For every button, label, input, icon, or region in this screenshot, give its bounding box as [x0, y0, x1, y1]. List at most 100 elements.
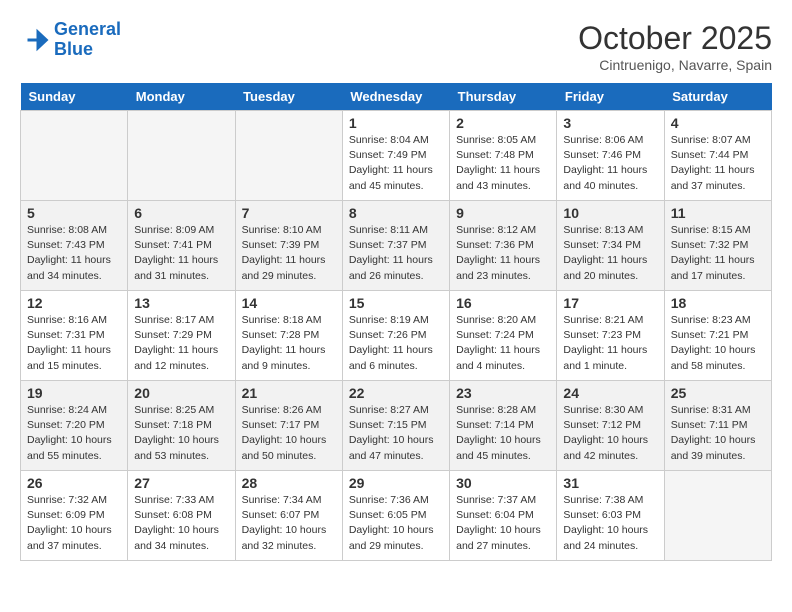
day-info: Sunrise: 8:24 AM Sunset: 7:20 PM Dayligh…	[27, 403, 121, 464]
day-info: Sunrise: 8:06 AM Sunset: 7:46 PM Dayligh…	[563, 133, 657, 194]
day-info: Sunrise: 8:25 AM Sunset: 7:18 PM Dayligh…	[134, 403, 228, 464]
calendar-cell: 24 Sunrise: 8:30 AM Sunset: 7:12 PM Dayli…	[557, 381, 664, 471]
calendar-cell	[21, 111, 128, 201]
logo-text: General Blue	[54, 20, 121, 60]
day-info: Sunrise: 8:17 AM Sunset: 7:29 PM Dayligh…	[134, 313, 228, 374]
calendar-cell: 4Sunrise: 8:07 AM Sunset: 7:44 PM Daylig…	[664, 111, 771, 201]
day-number: 12	[27, 295, 121, 311]
day-info: Sunrise: 8:11 AM Sunset: 7:37 PM Dayligh…	[349, 223, 443, 284]
calendar-cell: 26Sunrise: 7:32 AM Sunset: 6:09 PM Dayli…	[21, 471, 128, 561]
day-info: Sunrise: 8:13 AM Sunset: 7:34 PM Dayligh…	[563, 223, 657, 284]
calendar-cell: 17 Sunrise: 8:21 AM Sunset: 7:23 PM Dayli…	[557, 291, 664, 381]
day-number: 2	[456, 115, 550, 131]
day-info: Sunrise: 8:15 AM Sunset: 7:32 PM Dayligh…	[671, 223, 765, 284]
day-number: 19	[27, 385, 121, 401]
day-info: Sunrise: 8:26 AM Sunset: 7:17 PM Dayligh…	[242, 403, 336, 464]
day-info: Sunrise: 8:28 AM Sunset: 7:14 PM Dayligh…	[456, 403, 550, 464]
day-number: 5	[27, 205, 121, 221]
day-info: Sunrise: 8:04 AM Sunset: 7:49 PM Dayligh…	[349, 133, 443, 194]
calendar-cell: 11 Sunrise: 8:15 AM Sunset: 7:32 PM Dayli…	[664, 201, 771, 291]
day-info: Sunrise: 7:34 AM Sunset: 6:07 PM Dayligh…	[242, 493, 336, 554]
calendar-cell: 28 Sunrise: 7:34 AM Sunset: 6:07 PM Dayli…	[235, 471, 342, 561]
day-number: 14	[242, 295, 336, 311]
calendar-week-row: 1 Sunrise: 8:04 AM Sunset: 7:49 PM Daylig…	[21, 111, 772, 201]
calendar-cell: 3 Sunrise: 8:06 AM Sunset: 7:46 PM Daylig…	[557, 111, 664, 201]
calendar-cell: 14 Sunrise: 8:18 AM Sunset: 7:28 PM Dayli…	[235, 291, 342, 381]
day-number: 27	[134, 475, 228, 491]
day-number: 22	[349, 385, 443, 401]
day-info: Sunrise: 7:37 AM Sunset: 6:04 PM Dayligh…	[456, 493, 550, 554]
calendar-cell: 21 Sunrise: 8:26 AM Sunset: 7:17 PM Dayli…	[235, 381, 342, 471]
day-info: Sunrise: 8:12 AM Sunset: 7:36 PM Dayligh…	[456, 223, 550, 284]
calendar-cell: 13Sunrise: 8:17 AM Sunset: 7:29 PM Dayli…	[128, 291, 235, 381]
day-number: 25	[671, 385, 765, 401]
day-info: Sunrise: 8:08 AM Sunset: 7:43 PM Dayligh…	[27, 223, 121, 284]
weekday-header-monday: Monday	[128, 83, 235, 111]
day-number: 20	[134, 385, 228, 401]
location: Cintruenigo, Navarre, Spain	[578, 57, 772, 73]
day-number: 18	[671, 295, 765, 311]
day-info: Sunrise: 8:05 AM Sunset: 7:48 PM Dayligh…	[456, 133, 550, 194]
day-number: 23	[456, 385, 550, 401]
day-info: Sunrise: 8:30 AM Sunset: 7:12 PM Dayligh…	[563, 403, 657, 464]
calendar-cell	[235, 111, 342, 201]
logo-line2: Blue	[54, 39, 93, 59]
day-info: Sunrise: 8:18 AM Sunset: 7:28 PM Dayligh…	[242, 313, 336, 374]
day-info: Sunrise: 8:09 AM Sunset: 7:41 PM Dayligh…	[134, 223, 228, 284]
day-info: Sunrise: 7:38 AM Sunset: 6:03 PM Dayligh…	[563, 493, 657, 554]
day-number: 6	[134, 205, 228, 221]
day-info: Sunrise: 8:10 AM Sunset: 7:39 PM Dayligh…	[242, 223, 336, 284]
calendar-cell: 29Sunrise: 7:36 AM Sunset: 6:05 PM Dayli…	[342, 471, 449, 561]
weekday-header-row: SundayMondayTuesdayWednesdayThursdayFrid…	[21, 83, 772, 111]
weekday-header-saturday: Saturday	[664, 83, 771, 111]
calendar-cell: 9 Sunrise: 8:12 AM Sunset: 7:36 PM Daylig…	[450, 201, 557, 291]
day-number: 3	[563, 115, 657, 131]
calendar-cell: 8 Sunrise: 8:11 AM Sunset: 7:37 PM Daylig…	[342, 201, 449, 291]
calendar-cell: 31 Sunrise: 7:38 AM Sunset: 6:03 PM Dayli…	[557, 471, 664, 561]
weekday-header-sunday: Sunday	[21, 83, 128, 111]
day-number: 28	[242, 475, 336, 491]
calendar-cell: 15 Sunrise: 8:19 AM Sunset: 7:26 PM Dayli…	[342, 291, 449, 381]
day-number: 24	[563, 385, 657, 401]
calendar-cell: 6 Sunrise: 8:09 AM Sunset: 7:41 PM Daylig…	[128, 201, 235, 291]
calendar-cell	[128, 111, 235, 201]
weekday-header-thursday: Thursday	[450, 83, 557, 111]
calendar-cell: 23 Sunrise: 8:28 AM Sunset: 7:14 PM Dayli…	[450, 381, 557, 471]
day-number: 1	[349, 115, 443, 131]
calendar-cell: 25Sunrise: 8:31 AM Sunset: 7:11 PM Dayli…	[664, 381, 771, 471]
weekday-header-wednesday: Wednesday	[342, 83, 449, 111]
calendar-week-row: 12 Sunrise: 8:16 AM Sunset: 7:31 PM Dayli…	[21, 291, 772, 381]
day-info: Sunrise: 8:20 AM Sunset: 7:24 PM Dayligh…	[456, 313, 550, 374]
weekday-header-tuesday: Tuesday	[235, 83, 342, 111]
month-title: October 2025	[578, 20, 772, 57]
day-number: 8	[349, 205, 443, 221]
calendar-cell: 7 Sunrise: 8:10 AM Sunset: 7:39 PM Daylig…	[235, 201, 342, 291]
calendar-cell: 1 Sunrise: 8:04 AM Sunset: 7:49 PM Daylig…	[342, 111, 449, 201]
calendar-cell: 27Sunrise: 7:33 AM Sunset: 6:08 PM Dayli…	[128, 471, 235, 561]
title-block: October 2025 Cintruenigo, Navarre, Spain	[578, 20, 772, 73]
day-number: 17	[563, 295, 657, 311]
day-number: 7	[242, 205, 336, 221]
calendar-cell: 22 Sunrise: 8:27 AM Sunset: 7:15 PM Dayli…	[342, 381, 449, 471]
day-number: 31	[563, 475, 657, 491]
day-number: 29	[349, 475, 443, 491]
day-number: 10	[563, 205, 657, 221]
day-info: Sunrise: 8:27 AM Sunset: 7:15 PM Dayligh…	[349, 403, 443, 464]
day-number: 26	[27, 475, 121, 491]
day-number: 9	[456, 205, 550, 221]
day-info: Sunrise: 8:19 AM Sunset: 7:26 PM Dayligh…	[349, 313, 443, 374]
calendar-cell: 18Sunrise: 8:23 AM Sunset: 7:21 PM Dayli…	[664, 291, 771, 381]
day-info: Sunrise: 8:21 AM Sunset: 7:23 PM Dayligh…	[563, 313, 657, 374]
calendar-cell: 19 Sunrise: 8:24 AM Sunset: 7:20 PM Dayli…	[21, 381, 128, 471]
day-number: 15	[349, 295, 443, 311]
calendar-week-row: 5 Sunrise: 8:08 AM Sunset: 7:43 PM Daylig…	[21, 201, 772, 291]
calendar-week-row: 26Sunrise: 7:32 AM Sunset: 6:09 PM Dayli…	[21, 471, 772, 561]
calendar-cell: 5 Sunrise: 8:08 AM Sunset: 7:43 PM Daylig…	[21, 201, 128, 291]
weekday-header-friday: Friday	[557, 83, 664, 111]
day-number: 11	[671, 205, 765, 221]
calendar-cell: 10 Sunrise: 8:13 AM Sunset: 7:34 PM Dayli…	[557, 201, 664, 291]
calendar-cell: 16Sunrise: 8:20 AM Sunset: 7:24 PM Dayli…	[450, 291, 557, 381]
day-number: 21	[242, 385, 336, 401]
day-info: Sunrise: 8:16 AM Sunset: 7:31 PM Dayligh…	[27, 313, 121, 374]
calendar-cell: 12 Sunrise: 8:16 AM Sunset: 7:31 PM Dayli…	[21, 291, 128, 381]
